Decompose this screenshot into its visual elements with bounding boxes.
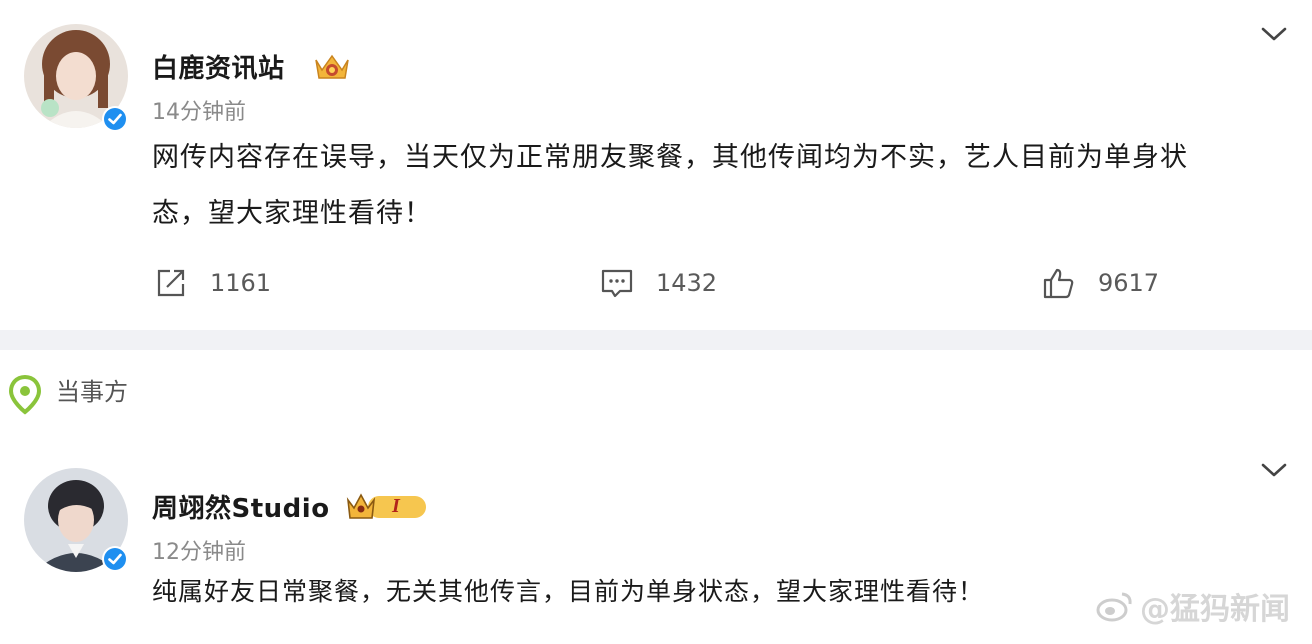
content-line: 网传内容存在误导，当天仅为正常朋友聚餐，其他传闻均为不实，艺人目前为单身状 <box>152 142 1188 173</box>
comment-count: 1432 <box>656 269 718 297</box>
post-time: 12分钟前 <box>152 540 246 565</box>
post-content: 网传内容存在误导，当天仅为正常朋友聚餐，其他传闻均为不实，艺人目前为单身状 态，… <box>152 130 1188 242</box>
post-content: 纯属好友日常聚餐，无关其他传言，目前为单身状态，望大家理性看待！ <box>152 577 985 606</box>
thumbs-up-icon <box>1043 268 1074 299</box>
post-time: 14分钟前 <box>152 100 246 125</box>
post-card: 白鹿资讯站 14分钟前 网传内容存在误导，当天仅为正常朋友聚餐，其他传闻均为不实… <box>0 0 1312 330</box>
section-header: 当事方 <box>0 350 1312 440</box>
share-button[interactable]: 1161 <box>154 266 271 300</box>
section-divider <box>0 330 1312 350</box>
share-count: 1161 <box>210 269 272 297</box>
content-line: 态，望大家理性看待！ <box>152 198 432 229</box>
weibo-logo-icon <box>1096 592 1132 622</box>
share-icon <box>157 269 185 297</box>
verified-icon <box>102 106 128 132</box>
watermark: @猛犸新闻 <box>1096 584 1290 628</box>
membership-badge: I <box>346 490 428 522</box>
crown-badge-icon <box>312 50 352 88</box>
watermark-text: @猛犸新闻 <box>1140 592 1290 627</box>
username[interactable]: 白鹿资讯站 <box>152 48 285 85</box>
like-count: 9617 <box>1098 269 1160 297</box>
badge-level: I <box>392 495 400 517</box>
like-button[interactable]: 9617 <box>1042 266 1159 300</box>
username[interactable]: 周翊然Studio <box>152 488 330 525</box>
section-label: 当事方 <box>56 378 128 406</box>
comment-button[interactable]: 1432 <box>600 266 717 300</box>
location-pin-icon <box>8 374 42 420</box>
chevron-down-icon[interactable] <box>1260 26 1288 44</box>
chevron-down-icon[interactable] <box>1260 462 1288 480</box>
comment-icon <box>601 269 633 298</box>
verified-icon <box>102 546 128 572</box>
